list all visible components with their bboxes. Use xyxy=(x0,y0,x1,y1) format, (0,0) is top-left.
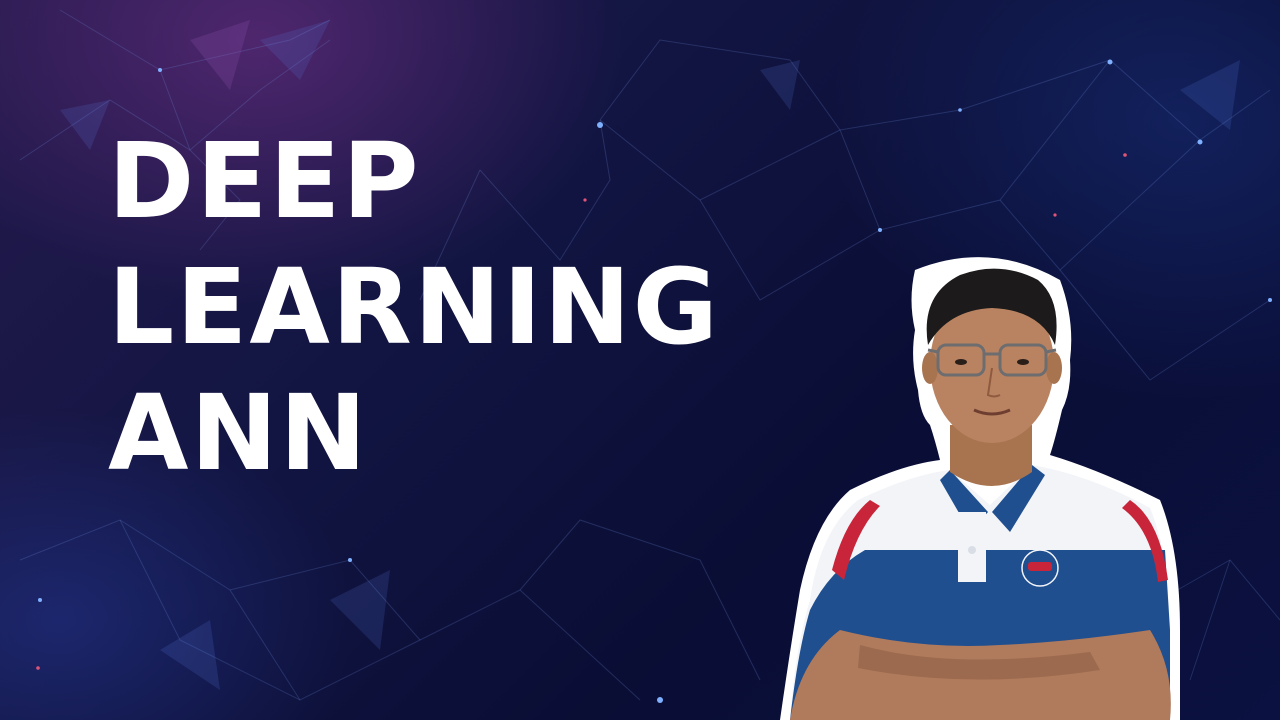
thumbnail-canvas: DEEP LEARNING ANN xyxy=(0,0,1280,720)
title-line-1: DEEP xyxy=(108,120,421,242)
title-line-3: ANN xyxy=(108,372,369,494)
title-line-2: LEARNING xyxy=(108,246,721,368)
thumbnail-title: DEEP LEARNING ANN xyxy=(108,118,720,496)
presenter-photo xyxy=(780,257,1180,720)
